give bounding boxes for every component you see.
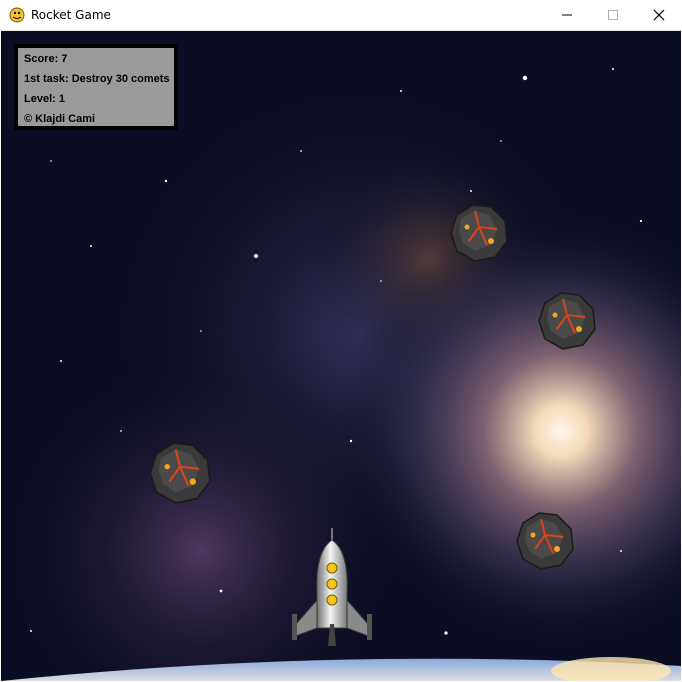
comet <box>450 204 508 262</box>
minimize-icon <box>562 14 572 16</box>
python-snake-icon <box>9 7 25 23</box>
level-label: Level: 1 <box>24 93 65 105</box>
close-button[interactable] <box>636 0 682 30</box>
game-window: Rocket Game Score: 7 1st task: Destroy 3… <box>0 0 682 682</box>
game-canvas[interactable]: Score: 7 1st task: Destroy 30 comets Lev… <box>1 31 681 681</box>
credit-label: © Klajdi Cami <box>24 113 96 125</box>
hud-panel: Score: 7 1st task: Destroy 30 comets Lev… <box>14 44 178 130</box>
comet <box>516 512 574 570</box>
maximize-button[interactable] <box>590 0 636 30</box>
window-title: Rocket Game <box>31 8 111 22</box>
title-bar[interactable]: Rocket Game <box>0 0 682 31</box>
player-rocket[interactable] <box>290 528 374 650</box>
score-label: Score: 7 <box>24 53 68 65</box>
comet <box>538 292 596 350</box>
comet <box>149 442 211 504</box>
minimize-button[interactable] <box>544 0 590 30</box>
task-label: 1st task: Destroy 30 comets <box>24 73 170 85</box>
close-icon <box>653 9 665 21</box>
maximize-icon <box>608 10 618 20</box>
